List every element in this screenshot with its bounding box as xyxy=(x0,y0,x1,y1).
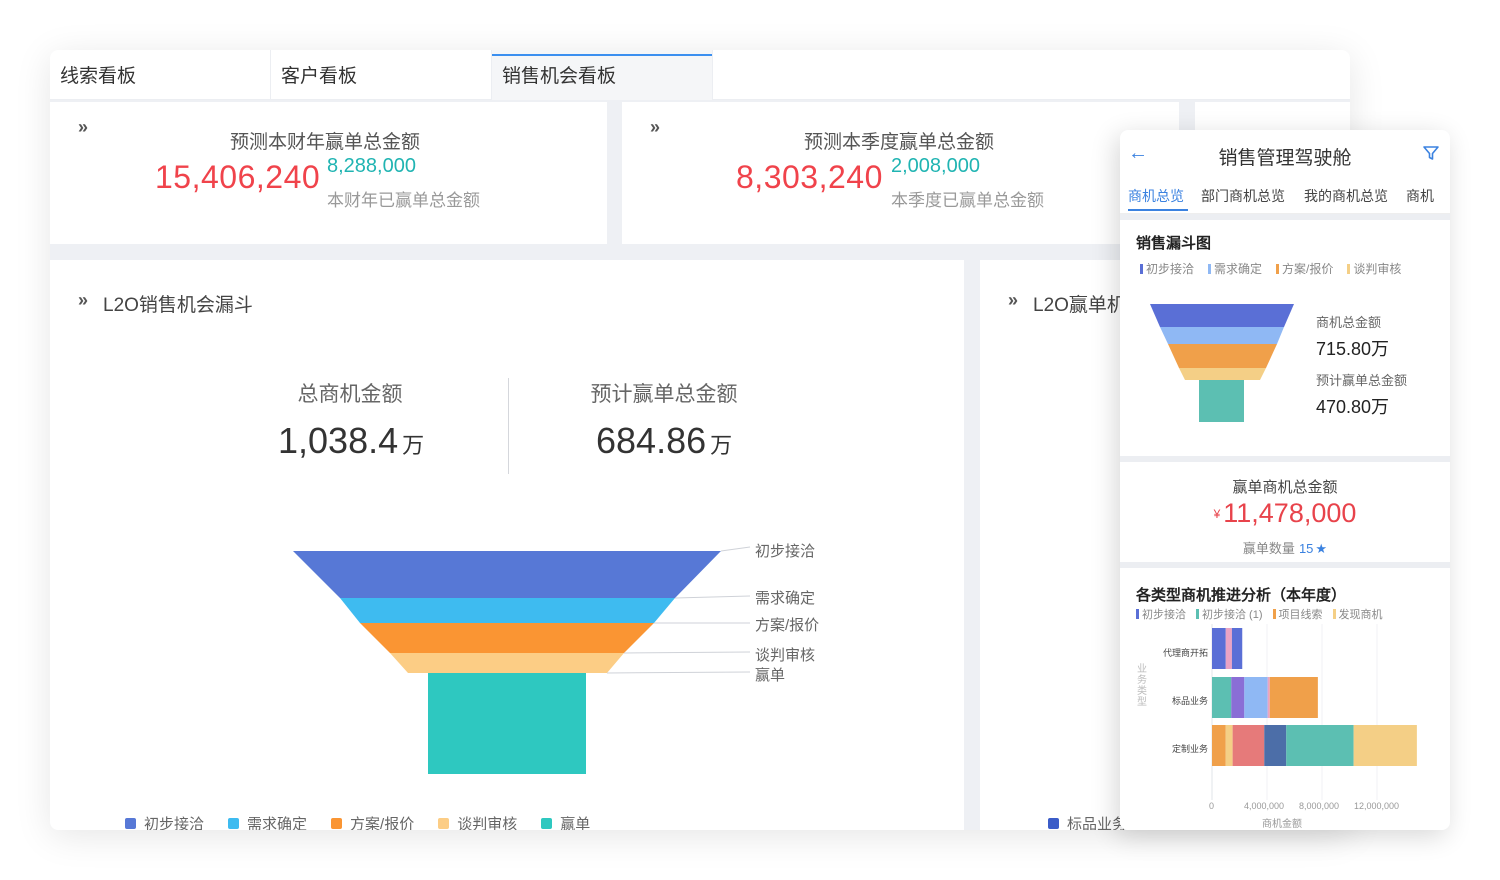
legend-item[interactable]: 赢单 xyxy=(541,813,590,830)
bar-segment[interactable] xyxy=(1225,725,1233,766)
mobile-win-count: 赢单数量 15 ★ xyxy=(1242,541,1328,556)
mobile-bar-card: 各类型商机推进分析（本年度） 初步接洽 初步接洽 (1) 项目线索 发现商机 业… xyxy=(1120,568,1450,830)
kpi-quarter-won-value: 2,008,000 xyxy=(891,155,980,177)
funnel-label: 赢单 xyxy=(755,667,786,684)
funnel-label: 方案/报价 xyxy=(755,617,820,634)
won-panel-title: L2O赢单机 xyxy=(1033,295,1126,316)
mobile-tab-mine[interactable]: 我的商机总览 xyxy=(1304,186,1388,206)
x-tick-label: 4,000,000 xyxy=(1244,801,1285,811)
legend-item[interactable]: 谈判审核 xyxy=(438,813,517,830)
funnel-panel: » L2O销售机会漏斗 总商机金额 1,038.4 万 预计赢单总金额 684.8… xyxy=(50,260,964,830)
mobile-tab-opportunity[interactable]: 商机 xyxy=(1406,186,1434,206)
mobile-cockpit: ← 销售管理驾驶舱 商机总览 部门商机总览 我的商机总览 商机 销售漏斗图 初步… xyxy=(1120,130,1450,830)
tab-customers[interactable]: 客户看板 xyxy=(271,50,492,100)
double-chevron-right-icon[interactable]: » xyxy=(1008,290,1018,311)
legend-item[interactable]: 初步接洽 xyxy=(125,813,204,830)
legend-item[interactable]: 标品业务 xyxy=(1048,813,1127,830)
funnel-label: 需求确定 xyxy=(755,590,816,607)
funnel-stage-proposal[interactable] xyxy=(360,623,654,653)
bar-x-axis-title: 商机金额 xyxy=(1262,819,1302,830)
legend-swatch xyxy=(125,818,136,829)
kpi-year-won-label: 本财年已赢单总金额 xyxy=(327,191,480,210)
mobile-funnel-chart xyxy=(1150,304,1294,422)
bar-segment[interactable] xyxy=(1264,725,1287,766)
bar-segment[interactable] xyxy=(1225,628,1232,669)
legend-item[interactable]: 需求确定 xyxy=(228,813,307,830)
mobile-title: 销售管理驾驶舱 xyxy=(1218,148,1352,169)
kpi-year-card: » 预测本财年赢单总金额 15,406,240 8,288,000 本财年已赢单… xyxy=(50,102,607,244)
mobile-funnel-stage-1[interactable] xyxy=(1150,304,1294,327)
legend-swatch xyxy=(438,818,450,829)
mobile-forecast-value: 470.80万 xyxy=(1316,397,1390,417)
kpi-quarter-value: 8,303,240 xyxy=(736,159,883,195)
mobile-forecast-label: 预计赢单总金额 xyxy=(1316,373,1408,388)
star-icon: ★ xyxy=(1315,541,1328,556)
bar-segment[interactable] xyxy=(1286,725,1354,766)
mobile-win-value: ¥11,478,000 xyxy=(1213,498,1357,528)
funnel-chart xyxy=(293,546,751,774)
bar-segment[interactable] xyxy=(1353,725,1417,766)
mobile-funnel-stage-3[interactable] xyxy=(1168,344,1277,368)
double-chevron-right-icon[interactable]: » xyxy=(650,117,660,138)
bar-segment[interactable] xyxy=(1269,677,1318,718)
mobile-total-value: 715.80万 xyxy=(1316,339,1390,359)
double-chevron-right-icon[interactable]: » xyxy=(78,117,88,138)
bar-segment[interactable] xyxy=(1244,677,1268,718)
mobile-funnel-stage-4[interactable] xyxy=(1179,368,1266,380)
funnel-leader-line xyxy=(606,671,751,674)
funnel-stage-won[interactable] xyxy=(428,673,586,774)
mobile-funnel-stage-2[interactable] xyxy=(1160,327,1284,344)
legend-swatch xyxy=(1048,818,1059,829)
funnel-stage-initial-contact[interactable] xyxy=(293,551,721,598)
mobile-tab-overview[interactable]: 商机总览 xyxy=(1128,186,1184,206)
funnel-leader-line xyxy=(720,546,751,552)
bar-segment[interactable] xyxy=(1212,725,1226,766)
legend-swatch xyxy=(331,818,343,829)
funnel-stage-negotiation[interactable] xyxy=(390,653,624,673)
dashboard-tabs: 线索看板 客户看板 销售机会看板 xyxy=(50,50,1350,100)
tab-leads[interactable]: 线索看板 xyxy=(50,50,271,100)
funnel-stage-requirements[interactable] xyxy=(340,598,675,623)
funnel-leader-line xyxy=(674,595,751,599)
won-panel-legend: 标品业务 xyxy=(1048,813,1127,830)
legend-swatch xyxy=(541,818,553,829)
mobile-tabs: 商机总览 部门商机总览 我的商机总览 商机 xyxy=(1120,178,1450,214)
x-tick-label: 12,000,000 xyxy=(1354,801,1400,811)
bar-segment[interactable] xyxy=(1231,677,1245,718)
bar-segment[interactable] xyxy=(1267,677,1270,718)
mobile-funnel-card: 销售漏斗图 初步接洽 需求确定 方案/报价 谈判审核 商机总金额 715.80万… xyxy=(1120,220,1450,456)
bar-segment[interactable] xyxy=(1212,628,1226,669)
x-tick-label: 0 xyxy=(1209,801,1215,811)
funnel-legend: 初步接洽 需求确定 方案/报价 谈判审核 赢单 xyxy=(125,813,590,830)
mobile-funnel-stage-won[interactable] xyxy=(1199,380,1244,422)
legend-swatch xyxy=(228,818,240,829)
kpi-year-won-value: 8,288,000 xyxy=(327,155,416,177)
kpi-quarter-title: 预测本季度赢单总金额 xyxy=(804,132,995,153)
tab-sales-opportunities[interactable]: 销售机会看板 xyxy=(492,50,713,100)
kpi-year-title: 预测本财年赢单总金额 xyxy=(230,132,421,153)
funnel-leader-line xyxy=(623,651,751,654)
mobile-stacked-bar-chart xyxy=(1211,624,1417,800)
bar-segment[interactable] xyxy=(1212,677,1232,718)
x-tick-label: 8,000,000 xyxy=(1299,801,1340,811)
mobile-win-label: 赢单商机总金额 xyxy=(1232,479,1338,496)
funnel-label: 初步接洽 xyxy=(755,543,816,560)
bar-segment[interactable] xyxy=(1231,628,1243,669)
kpi-quarter-won-label: 本季度已赢单总金额 xyxy=(891,191,1044,210)
bar-segment[interactable] xyxy=(1232,725,1265,766)
mobile-header: ← 销售管理驾驶舱 xyxy=(1120,130,1450,178)
filter-icon[interactable] xyxy=(1422,144,1440,162)
active-tab-indicator xyxy=(1128,209,1188,211)
mobile-tab-department[interactable]: 部门商机总览 xyxy=(1201,186,1285,206)
kpi-quarter-card: » 预测本季度赢单总金额 8,303,240 2,008,000 本季度已赢单总… xyxy=(622,102,1179,244)
funnel-label: 谈判审核 xyxy=(755,647,816,664)
mobile-win-card: 赢单商机总金额 ¥11,478,000 赢单数量 15 ★ xyxy=(1120,462,1450,562)
legend-item[interactable]: 方案/报价 xyxy=(331,813,414,830)
mobile-total-label: 商机总金额 xyxy=(1316,315,1382,330)
kpi-year-value: 15,406,240 xyxy=(155,159,321,195)
